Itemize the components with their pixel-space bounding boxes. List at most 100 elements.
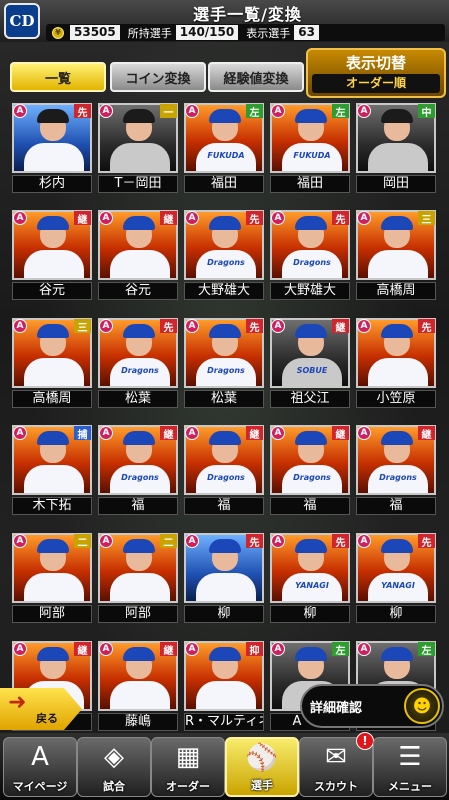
player-name: 木下拓: [12, 497, 92, 515]
player-card[interactable]: Dragons A 継福: [356, 425, 436, 515]
detail-label: 詳細確認: [310, 701, 363, 716]
player-name: 福: [270, 497, 350, 515]
rank-badge: A: [185, 319, 199, 333]
coin-icon: ¥: [52, 26, 64, 39]
position-badge: 継: [332, 319, 349, 334]
player-card[interactable]: A 三高橋周: [12, 318, 92, 408]
player-card[interactable]: A 継藤嶋: [98, 641, 178, 731]
player-cap: [123, 109, 155, 123]
player-name: 高橋周: [356, 282, 436, 300]
player-card[interactable]: A 二阿部: [98, 533, 178, 623]
player-uniform: [110, 573, 170, 601]
nav-menu-button[interactable]: ☰ メニュー: [373, 737, 447, 797]
rank-badge: A: [185, 642, 199, 656]
player-card[interactable]: A 継谷元: [12, 210, 92, 300]
player-card[interactable]: FUKUDA A 左福田: [184, 103, 264, 193]
player-card[interactable]: A 中岡田: [356, 103, 436, 193]
player-cap: [209, 216, 241, 230]
rank-badge: A: [271, 211, 285, 225]
tab-coin-convert[interactable]: コイン変換: [110, 62, 206, 92]
player-card[interactable]: SOBUE A 継祖父江: [270, 318, 350, 408]
player-card[interactable]: A 先柳: [184, 533, 264, 623]
player-card[interactable]: A 継谷元: [98, 210, 178, 300]
team-logo[interactable]: CD: [4, 3, 40, 39]
jersey-text: FUKUDA: [207, 151, 245, 160]
player-cap: [381, 216, 413, 230]
page-title: 選手一覧/変換: [193, 5, 302, 24]
jersey-text: Dragons: [207, 366, 245, 375]
owned-count: 140/150: [175, 25, 239, 40]
jersey-text: YANAGI: [295, 581, 329, 590]
nav-menu-label: メニュー: [388, 780, 432, 793]
position-badge: 三: [418, 211, 435, 226]
jersey-text: Dragons: [121, 366, 159, 375]
back-arrow-icon: ➜: [8, 690, 27, 715]
rank-badge: A: [99, 642, 113, 656]
detail-check-button[interactable]: 詳細確認 ☻: [300, 684, 444, 728]
nav-match-button[interactable]: ◈ 試合: [77, 737, 151, 797]
person-icon: ☻: [404, 688, 440, 724]
player-cap: [123, 324, 155, 338]
player-card[interactable]: Dragons A 先松葉: [98, 318, 178, 408]
player-uniform: [24, 358, 84, 386]
player-card[interactable]: A 三高橋周: [356, 210, 436, 300]
player-cap: [295, 431, 327, 445]
player-card[interactable]: FUKUDA A 左福田: [270, 103, 350, 193]
rank-badge: A: [13, 426, 27, 440]
player-card[interactable]: YANAGI A 先柳: [270, 533, 350, 623]
player-card[interactable]: A 抑 R・マルティネス: [184, 641, 264, 731]
rank-badge: A: [13, 642, 27, 656]
jersey-text: Dragons: [207, 473, 245, 482]
tab-exp-convert[interactable]: 経験値変換: [208, 62, 304, 92]
player-name: 祖父江: [270, 390, 350, 408]
nav-order-button[interactable]: ▦ オーダー: [151, 737, 225, 797]
nav-match-label: 試合: [103, 780, 125, 793]
rank-badge: A: [271, 426, 285, 440]
rank-badge: A: [13, 319, 27, 333]
rank-badge: A: [357, 104, 371, 118]
position-badge: 継: [418, 426, 435, 441]
display-toggle-label: 表示切替: [345, 54, 406, 72]
player-card[interactable]: YANAGI A 先柳: [356, 533, 436, 623]
player-card[interactable]: Dragons A 継福: [270, 425, 350, 515]
shown-label: 表示選手: [246, 26, 291, 40]
nav-order-icon: ▦: [175, 742, 201, 772]
tab-list[interactable]: 一覧: [10, 62, 106, 92]
player-card[interactable]: A 先杉内: [12, 103, 92, 193]
nav-players-button[interactable]: ⚾ 選手: [225, 737, 299, 797]
player-cap: [381, 539, 413, 553]
player-cap: [37, 431, 69, 445]
rank-badge: A: [99, 319, 113, 333]
player-card[interactable]: Dragons A 継福: [184, 425, 264, 515]
player-card[interactable]: A 一 T－岡田: [98, 103, 178, 193]
player-card[interactable]: A 捕木下拓: [12, 425, 92, 515]
player-uniform: [24, 250, 84, 278]
rank-badge: A: [271, 319, 285, 333]
position-badge: 先: [246, 534, 263, 549]
position-badge: 継: [160, 426, 177, 441]
position-badge: 三: [74, 319, 91, 334]
rank-badge: A: [99, 534, 113, 548]
player-name: 藤嶋: [98, 713, 178, 731]
player-card[interactable]: Dragons A 先大野雄大: [270, 210, 350, 300]
player-card[interactable]: Dragons A 先大野雄大: [184, 210, 264, 300]
player-card[interactable]: A 先小笠原: [356, 318, 436, 408]
player-card[interactable]: A 二阿部: [12, 533, 92, 623]
nav-mypage-label: マイページ: [12, 780, 68, 793]
player-cap: [37, 109, 69, 123]
player-name: T－岡田: [98, 175, 178, 193]
rank-badge: A: [357, 534, 371, 548]
stats-bar: ¥ 53505 所持選手 140/150 表示選手 63: [46, 24, 445, 41]
header: CD 選手一覧/変換 ¥ 53505 所持選手 140/150 表示選手 63: [0, 0, 449, 42]
player-cap: [209, 109, 241, 123]
player-uniform: [368, 250, 428, 278]
nav-mypage-button[interactable]: A マイページ: [3, 737, 77, 797]
nav-scout-button[interactable]: ✉ スカウト!: [299, 732, 374, 797]
player-cap: [37, 539, 69, 553]
player-card[interactable]: Dragons A 先松葉: [184, 318, 264, 408]
coin-count: 53505: [70, 25, 120, 40]
player-name: 柳: [184, 605, 264, 623]
player-card[interactable]: Dragons A 継福: [98, 425, 178, 515]
display-toggle-button[interactable]: 表示切替 オーダー順: [306, 48, 446, 98]
position-badge: 継: [160, 211, 177, 226]
